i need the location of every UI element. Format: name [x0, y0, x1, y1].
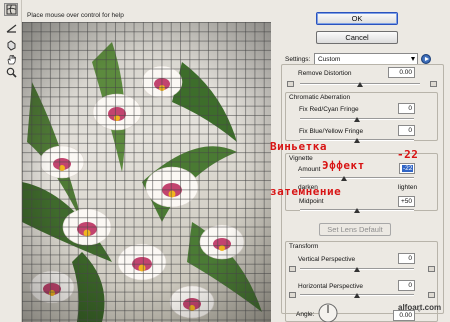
red-cyan-thumb[interactable] — [354, 117, 360, 122]
vignette-amount-value: -22 — [402, 165, 414, 172]
annotation-effect-value: -22 — [397, 148, 419, 161]
annotation-darkening: затемнение — [270, 185, 342, 198]
settings-label: Settings: — [285, 56, 311, 63]
zoom-tool-icon[interactable] — [4, 66, 18, 79]
move-grid-tool-icon[interactable] — [4, 39, 18, 52]
transform-title: Transform — [289, 243, 319, 250]
vignette-amount-slider[interactable] — [300, 177, 414, 179]
remove-distortion-field[interactable]: 0.00 — [388, 67, 415, 78]
cancel-button[interactable]: Cancel — [316, 31, 398, 44]
remove-distortion-tool-icon[interactable] — [4, 3, 18, 16]
lighten-label: lighten — [398, 184, 418, 191]
preview-canvas[interactable] — [22, 22, 271, 322]
annotation-effect: Эффект — [322, 159, 365, 172]
annotation-vignette: Виньетка — [270, 140, 327, 153]
pincushion-icon — [287, 81, 294, 87]
settings-value: Custom — [318, 56, 341, 63]
angle-dial-icon[interactable] — [318, 303, 338, 322]
blue-yellow-thumb[interactable] — [354, 138, 360, 143]
vertical-perspective-field[interactable]: 0 — [398, 253, 415, 264]
vertical-perspective-label: Vertical Perspective — [298, 256, 356, 263]
chromatic-title: Chromatic Aberration — [289, 94, 351, 101]
red-cyan-label: Fix Red/Cyan Fringe — [299, 106, 359, 113]
vignette-midpoint-label: Midpoint — [299, 198, 324, 205]
vignette-amount-label: Amount — [298, 166, 321, 173]
vignette-midpoint-field[interactable]: +50 — [398, 196, 415, 207]
settings-menu-icon[interactable] — [421, 54, 431, 64]
straighten-tool-icon[interactable] — [4, 22, 18, 35]
blue-yellow-label: Fix Blue/Yellow Fringe — [299, 128, 364, 135]
red-cyan-field[interactable]: 0 — [398, 103, 415, 114]
watermark: alfoart.com — [398, 303, 442, 312]
ok-button[interactable]: OK — [316, 12, 398, 25]
horizontal-perspective-field[interactable]: 0 — [398, 280, 415, 291]
tool-palette — [0, 0, 22, 322]
horizontal-perspective-left-icon — [289, 292, 296, 298]
vignette-title: Vignette — [289, 155, 313, 162]
vignette-midpoint-thumb[interactable] — [354, 208, 360, 213]
angle-label: Angle: — [296, 311, 315, 318]
remove-distortion-thumb[interactable] — [357, 82, 363, 87]
vignette-amount-field[interactable]: -22 — [399, 163, 415, 174]
barrel-icon — [430, 81, 437, 87]
vertical-perspective-thumb[interactable] — [354, 267, 360, 272]
help-hint: Place mouse over control for help — [27, 12, 124, 19]
remove-distortion-label: Remove Distortion — [298, 70, 352, 77]
blue-yellow-field[interactable]: 0 — [398, 125, 415, 136]
alignment-grid — [22, 22, 271, 322]
hand-tool-icon[interactable] — [4, 53, 18, 66]
vertical-perspective-right-icon — [428, 266, 435, 272]
horizontal-perspective-label: Horizontal Perspective — [298, 283, 364, 290]
horizontal-perspective-right-icon — [428, 292, 435, 298]
vertical-perspective-left-icon — [289, 266, 296, 272]
vignette-amount-thumb[interactable] — [341, 176, 348, 181]
horizontal-perspective-thumb[interactable] — [354, 293, 360, 298]
chevron-down-icon — [411, 57, 415, 61]
set-lens-default-button[interactable]: Set Lens Default — [319, 223, 391, 236]
